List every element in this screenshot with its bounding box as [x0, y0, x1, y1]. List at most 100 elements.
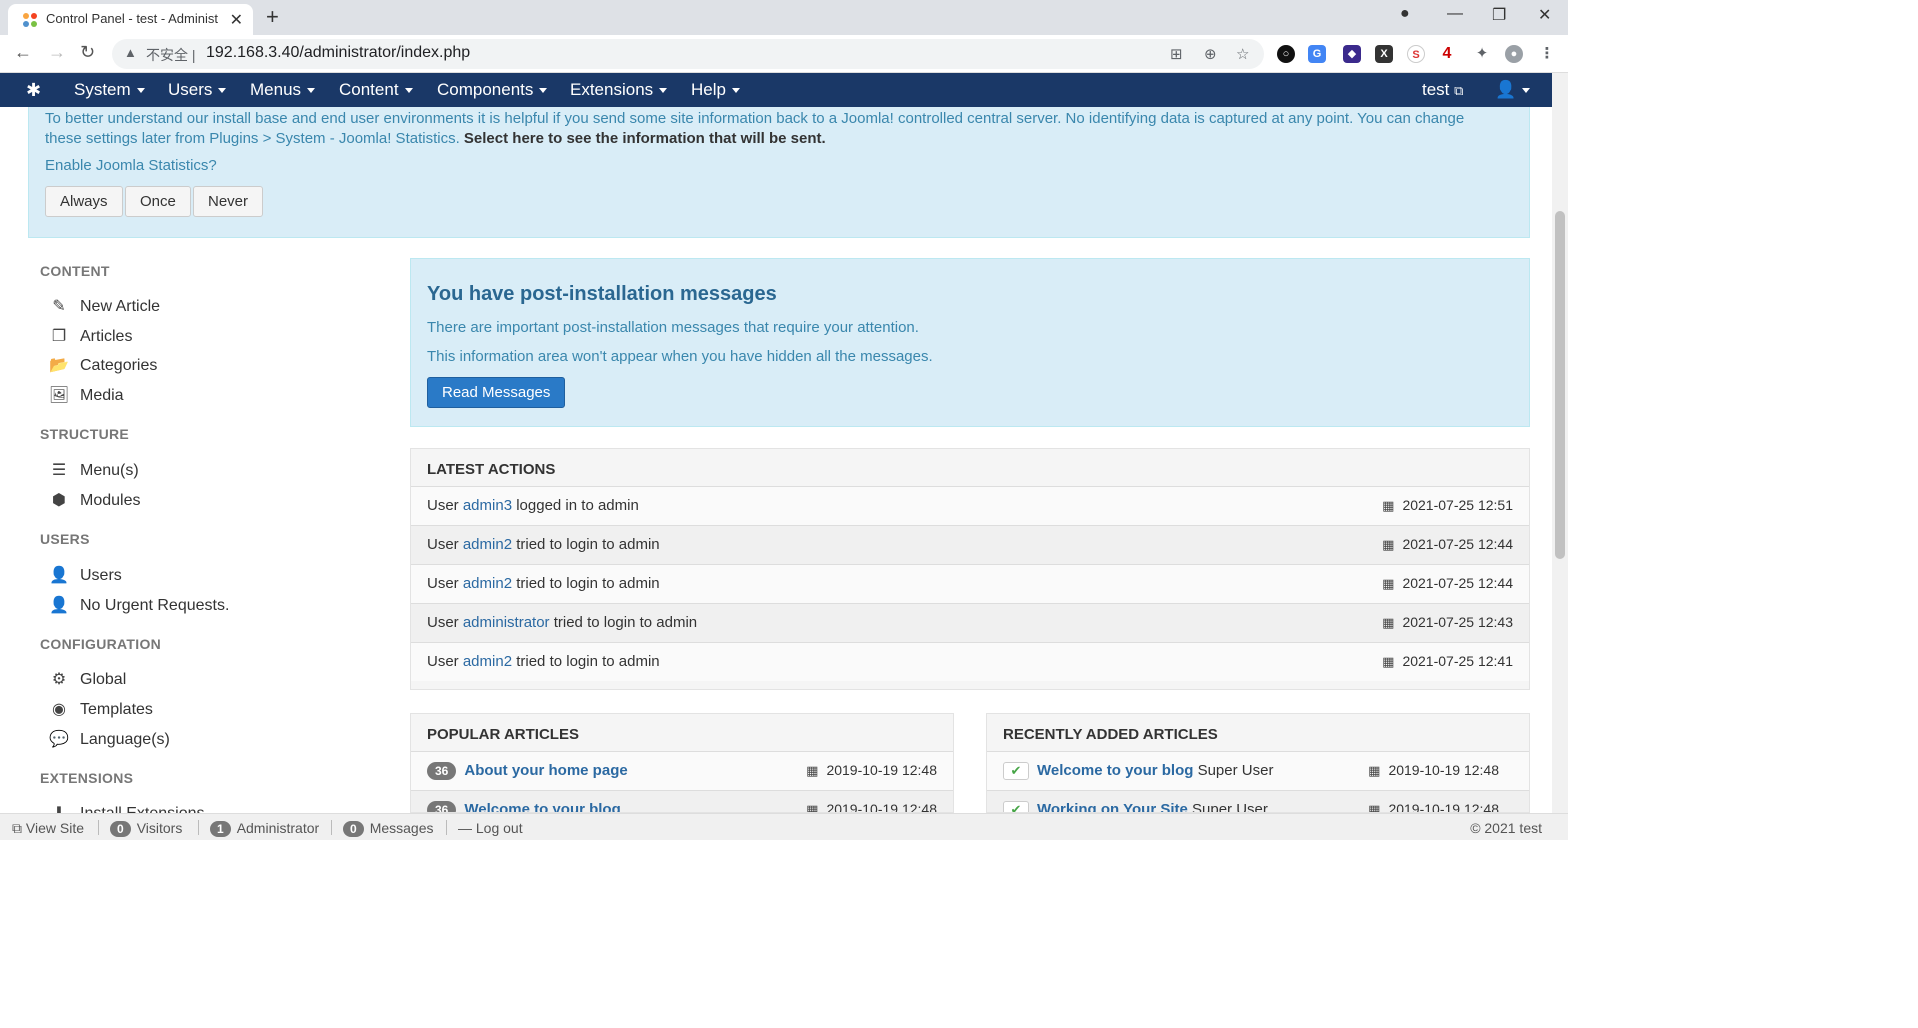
visitors-status[interactable]: 0 Visitors — [110, 820, 182, 837]
popular-articles-heading: POPULAR ARTICLES — [427, 726, 579, 743]
browser-menu-icon[interactable]: ⋮ — [1538, 45, 1556, 63]
extension-3-icon[interactable]: ◆ — [1343, 45, 1361, 63]
user-menu[interactable]: 👤 — [1495, 80, 1531, 100]
table-row: 36 About your home page ▦ 2019-10-19 12:48 — [411, 751, 953, 790]
table-row: User admin2 tried to login to admin ▦ 202… — [411, 642, 1529, 681]
published-check-icon[interactable]: ✔ — [1003, 801, 1029, 812]
messages-status[interactable]: 0 Messages — [343, 820, 434, 837]
sidebar-item-global[interactable]: ⚙ Global — [48, 669, 126, 689]
menu-menus[interactable]: Menus — [250, 80, 316, 100]
page-scrollbar[interactable] — [1552, 73, 1568, 813]
sidebar-item-media[interactable]: 🖼 Media — [48, 385, 124, 405]
once-button[interactable]: Once — [125, 186, 191, 217]
extension-x-icon[interactable]: X — [1375, 45, 1393, 63]
view-site-link[interactable]: test ⧉ — [1422, 80, 1463, 100]
calendar-icon: ▦ — [806, 802, 819, 813]
article-link[interactable]: Working on Your Site — [1037, 801, 1188, 812]
extension-translate-icon[interactable]: G — [1308, 45, 1326, 63]
profile-avatar-icon[interactable]: ● — [1505, 45, 1523, 63]
table-row: User admin2 tried to login to admin ▦ 202… — [411, 564, 1529, 603]
post-installation-text-1: There are important post-installation me… — [427, 319, 919, 336]
statistics-info-link[interactable]: Select here to see the information that … — [464, 130, 826, 147]
article-link[interactable]: About your home page — [464, 762, 627, 779]
section-content-heading: CONTENT — [40, 263, 110, 279]
restore-icon[interactable]: ❐ — [1492, 5, 1506, 25]
sidebar-item-categories[interactable]: 📂 Categories — [48, 355, 157, 375]
sidebar-item-articles[interactable]: ❐ Articles — [48, 326, 133, 346]
menu-components[interactable]: Components — [437, 80, 548, 100]
image-icon: 🖼 — [48, 387, 70, 404]
tab-title: Control Panel - test - Administ — [46, 11, 218, 26]
author-name: Super User — [1197, 762, 1274, 779]
new-tab-icon[interactable]: + — [266, 4, 279, 30]
calendar-icon: ▦ — [1368, 802, 1381, 813]
menu-extensions[interactable]: Extensions — [570, 80, 668, 100]
extensions-puzzle-icon[interactable]: ✦ — [1473, 45, 1491, 63]
published-check-icon[interactable]: ✔ — [1003, 762, 1029, 780]
section-extensions-heading: EXTENSIONS — [40, 770, 134, 786]
never-button[interactable]: Never — [193, 186, 264, 217]
popular-articles-panel: POPULAR ARTICLES 36 About your home page … — [410, 713, 954, 813]
scrollbar-thumb[interactable] — [1555, 211, 1565, 559]
calendar-icon: ▦ — [1382, 537, 1395, 552]
extension-1-icon[interactable]: ○ — [1277, 45, 1295, 63]
read-messages-button[interactable]: Read Messages — [427, 377, 566, 408]
always-button[interactable]: Always — [45, 186, 123, 217]
sidebar-item-menus[interactable]: ☰ Menu(s) — [48, 460, 139, 480]
sidebar-item-new-article[interactable]: ✎ New Article — [48, 296, 160, 316]
menu-help[interactable]: Help — [691, 80, 740, 100]
joomla-logo-icon[interactable]: ✱ — [26, 80, 41, 101]
user-link[interactable]: administrator — [463, 614, 550, 631]
view-site-status-link[interactable]: ⧉ View Site — [12, 820, 84, 837]
zoom-icon[interactable]: ⊕ — [1204, 45, 1217, 63]
sidebar-item-users[interactable]: 👤 Users — [48, 565, 122, 585]
insecure-label[interactable]: 不安全 | — [146, 45, 196, 65]
user-link[interactable]: admin2 — [463, 653, 512, 670]
eye-icon: ◉ — [52, 701, 66, 718]
user-link[interactable]: admin2 — [463, 536, 512, 553]
admin-status-bar: ⧉ View Site 0 Visitors 1 Administrator 0 Me… — [0, 813, 1568, 840]
sidebar-item-languages[interactable]: 💬 Language(s) — [48, 729, 170, 749]
sidebar-item-modules[interactable]: ⬢ Modules — [48, 490, 140, 510]
url-text[interactable]: 192.168.3.40/administrator/index.php — [206, 44, 470, 62]
statistics-alert: To better understand our install base an… — [28, 107, 1530, 238]
joomla-favicon-icon — [23, 13, 37, 27]
menu-system[interactable]: System — [74, 80, 145, 100]
extension-4-icon[interactable]: 4 — [1438, 45, 1456, 63]
address-bar[interactable]: ▲ 不安全 | 192.168.3.40/administrator/index… — [112, 39, 1264, 69]
calendar-icon: ▦ — [806, 763, 819, 778]
copy-icon: ❐ — [51, 328, 67, 345]
logout-link[interactable]: — Log out — [458, 820, 523, 836]
user-link[interactable]: admin3 — [463, 497, 512, 514]
browser-tabstrip: Control Panel - test - Administ ✕ + ● — … — [0, 0, 1568, 35]
folder-open-icon: 📂 — [49, 357, 69, 374]
latest-actions-panel: LATEST ACTIONS User admin3 logged in to … — [410, 448, 1530, 690]
table-row: User administrator tried to login to adm… — [411, 603, 1529, 642]
sidebar-item-no-urgent-requests[interactable]: 👤 No Urgent Requests. — [48, 595, 229, 615]
sidebar-item-templates[interactable]: ◉ Templates — [48, 699, 153, 719]
administrator-status[interactable]: 1 Administrator — [210, 820, 319, 837]
user-link[interactable]: admin2 — [463, 575, 512, 592]
article-link[interactable]: Welcome to your blog — [464, 801, 620, 812]
back-icon[interactable]: ← — [14, 42, 32, 63]
external-link-icon: ⧉ — [1454, 83, 1464, 98]
extension-s-icon[interactable]: S — [1407, 45, 1425, 63]
article-link[interactable]: Welcome to your blog — [1037, 762, 1193, 779]
translate-icon[interactable]: ⊞ — [1170, 45, 1183, 63]
minimize-icon[interactable]: — — [1447, 5, 1463, 23]
reload-icon[interactable]: ↻ — [80, 42, 95, 63]
close-window-icon[interactable]: ✕ — [1538, 5, 1551, 25]
visitors-count-badge: 0 — [110, 821, 131, 837]
warning-icon[interactable]: ▲ — [124, 45, 137, 60]
forward-icon[interactable]: → — [48, 42, 66, 63]
browser-tab[interactable]: Control Panel - test - Administ ✕ — [8, 4, 253, 35]
bookmark-star-icon[interactable]: ☆ — [1236, 45, 1249, 63]
post-installation-text-2: This information area won't appear when … — [427, 348, 933, 365]
close-tab-icon[interactable]: ✕ — [230, 10, 243, 30]
browser-toolbar: ← → ↻ ▲ 不安全 | 192.168.3.40/administrator… — [0, 35, 1568, 73]
menu-users[interactable]: Users — [168, 80, 227, 100]
menu-content[interactable]: Content — [339, 80, 413, 100]
admin-count-badge: 1 — [210, 821, 231, 837]
profile-menu-icon[interactable]: ● — [1400, 5, 1410, 23]
user-icon: 👤 — [1495, 80, 1517, 99]
